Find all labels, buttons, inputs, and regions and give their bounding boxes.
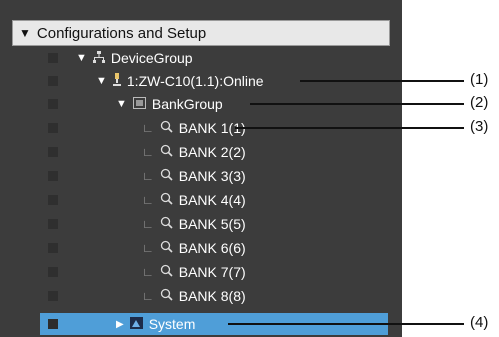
- bank-icon: [160, 192, 173, 208]
- tree-row-bank[interactable]: ∟ BANK 2(2): [40, 141, 388, 163]
- collapse-triangle-icon[interactable]: ▼: [19, 26, 31, 40]
- row-marker: [48, 219, 58, 229]
- callout-label: (1): [470, 71, 489, 88]
- tree-label-device-group: DeviceGroup: [110, 50, 193, 66]
- row-marker: [48, 267, 58, 277]
- expand-triangle-icon[interactable]: ▼: [96, 75, 107, 87]
- tree-label-bank: BANK 2(2): [178, 144, 246, 160]
- row-marker: [48, 195, 58, 205]
- row-marker: [48, 76, 58, 86]
- tree-label-bank: BANK 3(3): [178, 168, 246, 184]
- row-marker: [48, 123, 58, 133]
- bank-group-icon: [132, 96, 146, 112]
- callout-leader-line: [300, 80, 464, 82]
- expand-triangle-icon[interactable]: ▼: [76, 52, 87, 64]
- row-marker: [48, 147, 58, 157]
- bank-icon: [160, 288, 173, 304]
- tree-label-device: 1:ZW-C10(1.1):Online: [126, 73, 264, 89]
- row-marker: [48, 53, 58, 63]
- callout-label: (4): [470, 314, 489, 331]
- row-marker: [48, 291, 58, 301]
- tree-row-bank[interactable]: ∟ BANK 4(4): [40, 189, 388, 211]
- row-marker: [48, 171, 58, 181]
- callout-leader-line: [235, 127, 464, 129]
- tree-label-bank-group: BankGroup: [151, 96, 223, 112]
- callout-label: (3): [470, 118, 489, 135]
- bank-icon: [160, 144, 173, 160]
- tree-elbow-icon: ∟: [142, 265, 154, 279]
- bank-icon: [160, 216, 173, 232]
- panel-header[interactable]: ▼ Configurations and Setup: [12, 20, 390, 46]
- tree-row-bank[interactable]: ∟ BANK 8(8): [40, 285, 388, 307]
- row-marker: [48, 99, 58, 109]
- tree-row-bank[interactable]: ∟ BANK 7(7): [40, 261, 388, 283]
- row-marker: [48, 319, 58, 329]
- row-marker: [48, 243, 58, 253]
- tree-row-device-group[interactable]: ▼ DeviceGroup: [40, 47, 388, 69]
- expand-triangle-icon[interactable]: ▶: [116, 319, 124, 330]
- tree-elbow-icon: ∟: [142, 193, 154, 207]
- callout-leader-line: [228, 323, 464, 325]
- tree-elbow-icon: ∟: [142, 121, 154, 135]
- tree-label-bank: BANK 4(4): [178, 192, 246, 208]
- panel-header-title: Configurations and Setup: [36, 24, 207, 42]
- bank-icon: [160, 264, 173, 280]
- tree-row-bank[interactable]: ∟ BANK 3(3): [40, 165, 388, 187]
- tree-label-bank: BANK 6(6): [178, 240, 246, 256]
- expand-triangle-icon[interactable]: ▼: [116, 98, 127, 110]
- bank-icon: [160, 240, 173, 256]
- tree-elbow-icon: ∟: [142, 169, 154, 183]
- tree-label-bank: BANK 8(8): [178, 288, 246, 304]
- network-icon: [92, 50, 105, 66]
- system-icon: [129, 316, 143, 332]
- tree-label-bank: BANK 7(7): [178, 264, 246, 280]
- bank-icon: [160, 120, 173, 136]
- tree-label-system: System: [148, 316, 196, 332]
- tree-elbow-icon: ∟: [142, 145, 154, 159]
- tree-elbow-icon: ∟: [142, 241, 154, 255]
- callout-label: (2): [470, 94, 489, 111]
- bank-icon: [160, 168, 173, 184]
- tree-elbow-icon: ∟: [142, 217, 154, 231]
- tree-row-bank[interactable]: ∟ BANK 5(5): [40, 213, 388, 235]
- tree-row-bank[interactable]: ∟ BANK 6(6): [40, 237, 388, 259]
- callout-leader-line: [250, 103, 464, 105]
- tree-label-bank: BANK 5(5): [178, 216, 246, 232]
- tree-elbow-icon: ∟: [142, 289, 154, 303]
- configurations-panel: ▼ Configurations and Setup ▼ DeviceGroup…: [0, 0, 402, 337]
- sensor-icon: [112, 73, 121, 89]
